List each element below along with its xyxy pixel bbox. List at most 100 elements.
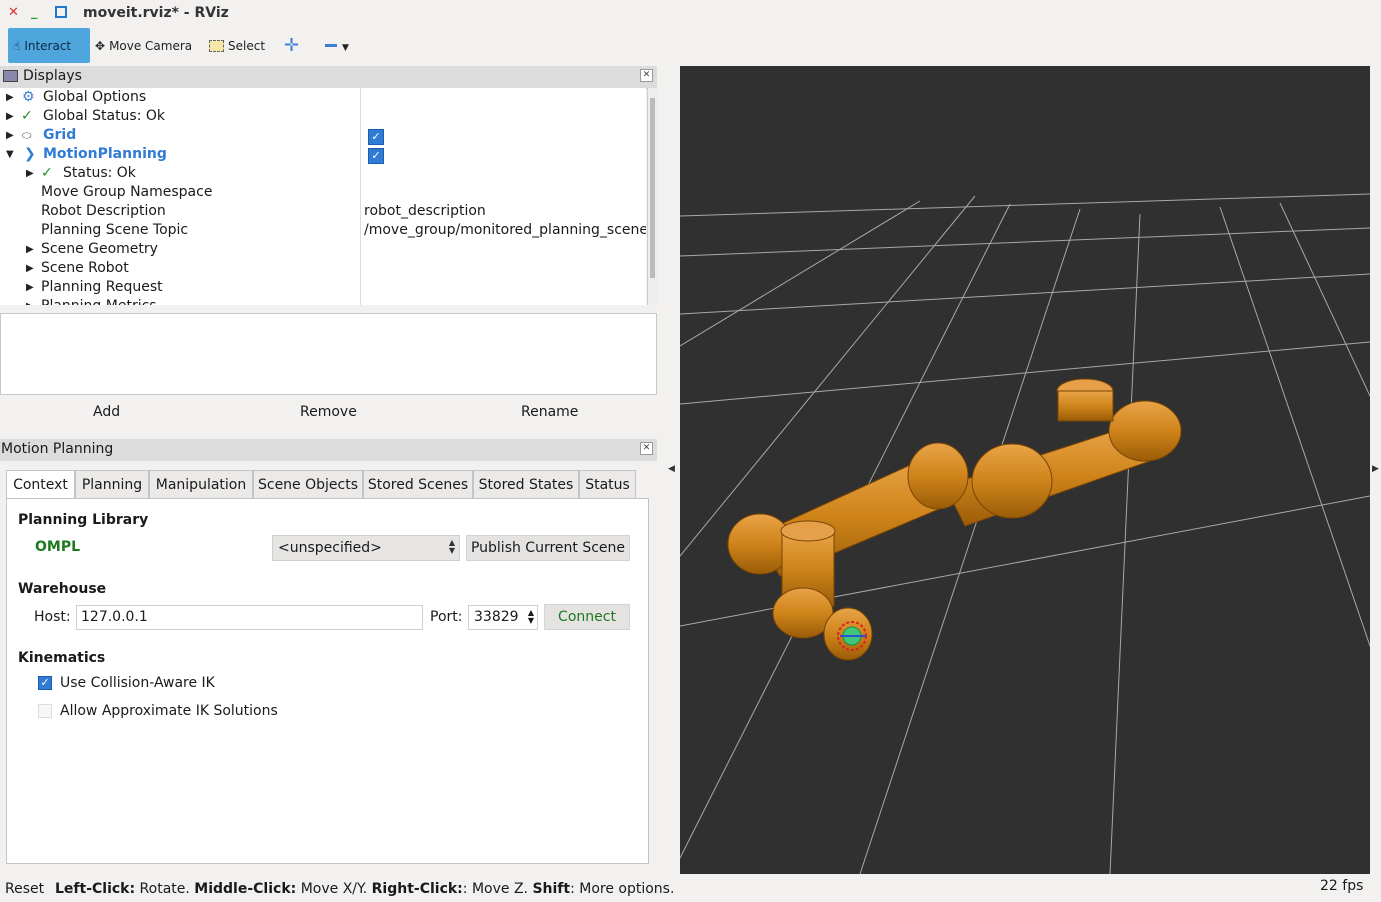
- displays-tree: ▶ ⚙ Global Options ▶ ✓ Global Status: Ok…: [0, 88, 646, 305]
- planning-library-value: OMPL: [35, 539, 81, 555]
- close-displays-icon[interactable]: ✕: [640, 69, 653, 82]
- approximate-ik-label: Allow Approximate IK Solutions: [60, 703, 278, 719]
- maximize-window-icon[interactable]: [55, 6, 67, 18]
- expand-arrow-icon[interactable]: ▶: [6, 126, 14, 145]
- minimize-window-icon[interactable]: _: [31, 6, 38, 20]
- host-input[interactable]: 127.0.0.1: [76, 605, 423, 630]
- gear-icon: ⚙: [22, 89, 35, 105]
- fps-counter: 22 fps: [1320, 878, 1364, 894]
- tree-label: Status: Ok: [63, 165, 136, 181]
- grid-enabled-checkbox[interactable]: ✓: [368, 129, 384, 145]
- select-label: Select: [228, 38, 266, 53]
- add-tool-button[interactable]: ✛: [284, 28, 299, 63]
- collapse-arrow-icon[interactable]: ▼: [6, 145, 14, 164]
- shift-key: Shift: [532, 881, 571, 897]
- close-motion-planning-icon[interactable]: ✕: [640, 442, 653, 455]
- move-camera-icon: ✥: [95, 38, 106, 53]
- planner-select[interactable]: <unspecified> ▲ ▼: [272, 535, 460, 561]
- collision-aware-ik-checkbox[interactable]: ✓: [38, 676, 52, 690]
- expand-arrow-icon[interactable]: ▶: [26, 297, 34, 305]
- select-box-icon: [209, 39, 224, 52]
- port-input[interactable]: 33829 ▲ ▼: [468, 605, 538, 630]
- status-bar: Reset Left-Click: Rotate. Middle-Click: …: [0, 876, 1381, 902]
- scrollbar-thumb[interactable]: [650, 98, 655, 278]
- expand-arrow-icon[interactable]: ▶: [6, 88, 14, 107]
- robot-arm[interactable]: [727, 378, 1182, 661]
- hand-icon: ☝: [13, 38, 21, 53]
- displays-title: Displays: [23, 68, 82, 84]
- expand-arrow-icon[interactable]: ▶: [26, 164, 34, 183]
- tree-label: Scene Robot: [41, 260, 129, 276]
- toolbar: ☝ Interact ✥ Move Camera Select ✛ ▼: [0, 28, 680, 64]
- motion-planning-icon: ❯: [24, 146, 36, 162]
- expand-arrow-icon[interactable]: ▶: [6, 107, 14, 126]
- move-camera-label: Move Camera: [109, 38, 193, 53]
- robot-description-value[interactable]: robot_description: [364, 202, 486, 221]
- 3d-viewport[interactable]: [680, 66, 1370, 874]
- tab-status[interactable]: Status: [579, 470, 636, 498]
- tree-label: Global Options: [43, 89, 147, 105]
- left-click-desc: Rotate.: [135, 881, 195, 897]
- title-bar: ✕ _ moveit.rviz* - RViz: [0, 0, 1381, 28]
- tab-manipulation[interactable]: Manipulation: [149, 470, 253, 498]
- add-display-button[interactable]: Add: [93, 404, 120, 420]
- window-title: moveit.rviz* - RViz: [83, 5, 229, 21]
- minus-icon: [325, 44, 337, 47]
- tab-stored-states[interactable]: Stored States: [473, 470, 579, 498]
- kinematics-label: Kinematics: [18, 650, 106, 666]
- expand-arrow-icon[interactable]: ▶: [26, 240, 34, 259]
- port-label: Port:: [430, 609, 463, 625]
- collapse-right-panel-icon[interactable]: ▶: [1372, 464, 1379, 474]
- context-tab-body: Planning Library OMPL <unspecified> ▲ ▼ P…: [6, 498, 649, 864]
- tree-row-robot-description[interactable]: Robot Description: [41, 202, 166, 221]
- interact-label: Interact: [24, 38, 72, 53]
- planner-select-value: <unspecified>: [278, 540, 382, 556]
- motion-planning-title: Motion Planning: [1, 441, 114, 457]
- port-value: 33829: [474, 609, 519, 625]
- port-spinner-icon[interactable]: ▲ ▼: [528, 609, 534, 625]
- display-description-box: [0, 313, 657, 395]
- right-click-key: Right-Click:: [371, 881, 463, 897]
- dropdown-arrow-icon[interactable]: ▼: [342, 43, 349, 53]
- checkmark-icon: ✓: [21, 108, 33, 124]
- tree-row-planning-scene-topic[interactable]: Planning Scene Topic: [41, 221, 188, 240]
- right-click-desc: : Move Z.: [462, 881, 533, 897]
- motion-planning-enabled-checkbox[interactable]: ✓: [368, 148, 384, 164]
- remove-display-button[interactable]: Remove: [300, 404, 357, 420]
- approximate-ik-checkbox[interactable]: [38, 704, 52, 718]
- left-click-key: Left-Click:: [55, 881, 136, 897]
- tree-scrollbar[interactable]: [647, 88, 658, 305]
- collision-aware-ik-label: Use Collision-Aware IK: [60, 675, 215, 691]
- tab-context[interactable]: Context: [6, 470, 75, 500]
- tree-label: Planning Request: [41, 279, 163, 295]
- remove-tool-button[interactable]: ▼: [325, 28, 349, 63]
- close-window-icon[interactable]: ✕: [8, 6, 19, 20]
- tree-label: Planning Metrics: [41, 297, 157, 305]
- planning-library-label: Planning Library: [18, 512, 149, 528]
- tab-planning[interactable]: Planning: [75, 470, 149, 498]
- viewport-scene: [680, 193, 1370, 874]
- tree-label: Scene Geometry: [41, 241, 158, 257]
- expand-arrow-icon[interactable]: ▶: [26, 278, 34, 297]
- publish-current-scene-button[interactable]: Publish Current Scene: [466, 535, 630, 561]
- select-tool-button[interactable]: Select: [209, 28, 265, 63]
- rename-display-button[interactable]: Rename: [521, 404, 578, 420]
- interact-tool-button[interactable]: ☝ Interact: [8, 28, 90, 63]
- tab-stored-scenes[interactable]: Stored Scenes: [363, 470, 473, 498]
- tree-label: Grid: [43, 127, 77, 143]
- select-spinner-icon: ▲ ▼: [448, 538, 455, 555]
- reset-button[interactable]: Reset: [5, 881, 44, 897]
- move-camera-tool-button[interactable]: ✥ Move Camera: [95, 28, 192, 63]
- expand-arrow-icon[interactable]: ▶: [26, 259, 34, 278]
- middle-click-key: Middle-Click:: [194, 881, 297, 897]
- tree-label: Global Status: Ok: [43, 108, 166, 124]
- connect-button[interactable]: Connect: [544, 604, 630, 630]
- middle-click-desc: Move X/Y.: [296, 881, 372, 897]
- plus-icon: ✛: [284, 35, 300, 56]
- tree-row-move-group-namespace[interactable]: Move Group Namespace: [41, 183, 212, 202]
- planning-scene-topic-value[interactable]: /move_group/monitored_planning_scene: [364, 221, 646, 240]
- tab-scene-objects[interactable]: Scene Objects: [253, 470, 363, 498]
- tree-column-divider[interactable]: [360, 88, 361, 305]
- grid-icon: ⬭: [22, 129, 32, 142]
- collapse-left-panel-icon[interactable]: ◀: [668, 464, 675, 474]
